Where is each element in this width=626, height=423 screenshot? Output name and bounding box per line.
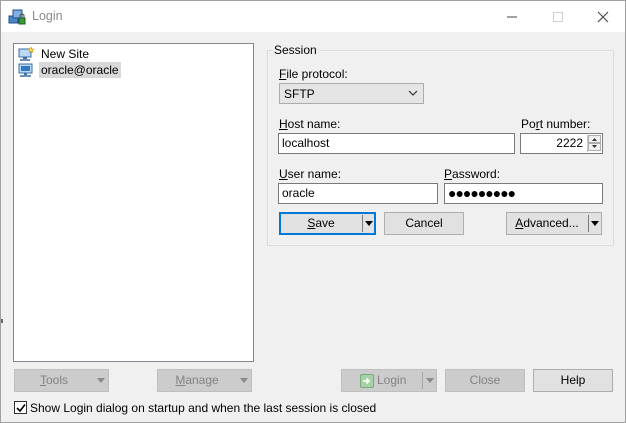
maximize-icon	[553, 12, 563, 22]
show-login-checkbox-label[interactable]: Show Login dialog on startup and when th…	[30, 401, 376, 415]
host-name-input[interactable]: localhost	[278, 133, 515, 154]
user-name-input[interactable]: oracle	[278, 183, 438, 204]
edge-mark	[1, 319, 3, 323]
window-title: Login	[32, 9, 63, 23]
dropdown-arrow-icon	[240, 378, 248, 383]
advanced-label: Advanced...	[515, 216, 579, 230]
maximize-button	[535, 1, 581, 32]
login-button[interactable]: Login	[341, 369, 437, 392]
site-tree[interactable]: New Site oracle@oracle	[13, 43, 254, 362]
login-icon	[360, 374, 374, 388]
port-number-value: 2222	[556, 136, 583, 150]
spin-up-button[interactable]	[588, 135, 601, 143]
checkmark-icon	[16, 404, 26, 413]
title-bar[interactable]: Login	[1, 1, 625, 32]
port-number-input[interactable]: 2222	[520, 133, 603, 154]
file-protocol-value: SFTP	[284, 87, 315, 101]
tools-button[interactable]: Tools	[14, 369, 109, 392]
tree-item-oracle-oracle[interactable]: oracle@oracle	[17, 62, 121, 78]
dropdown-arrow-icon	[426, 378, 434, 383]
dropdown-arrow-icon[interactable]	[591, 221, 599, 226]
minimize-icon	[507, 16, 517, 18]
file-protocol-select[interactable]: SFTP	[279, 83, 424, 104]
user-name-label: User name:	[279, 167, 342, 181]
spin-down-button[interactable]	[588, 143, 601, 151]
password-mask: ●●●●●●●●●	[448, 185, 516, 201]
login-window: Login New Site oracle@oracle Session Fil…	[0, 0, 626, 423]
advanced-button[interactable]: Advanced...	[506, 212, 602, 235]
dropdown-arrow-icon	[97, 378, 105, 383]
tree-item-label: New Site	[41, 47, 90, 61]
new-site-icon	[18, 46, 35, 61]
tree-item-new-site[interactable]: New Site	[17, 46, 91, 62]
help-button[interactable]: Help	[533, 369, 613, 392]
file-protocol-label: File protocol:	[279, 67, 348, 81]
spin-down-icon	[592, 145, 597, 148]
winscp-app-icon	[8, 9, 26, 25]
show-login-checkbox[interactable]	[14, 401, 27, 414]
split-separator	[588, 215, 589, 232]
computer-icon	[18, 63, 33, 77]
save-button[interactable]: Save	[279, 212, 376, 235]
minimize-button[interactable]	[489, 1, 535, 32]
host-name-label: Host name:	[279, 117, 341, 131]
manage-label: Manage	[175, 373, 219, 387]
chevron-down-icon	[408, 90, 418, 96]
close-button[interactable]: Close	[445, 369, 525, 392]
split-separator	[422, 372, 423, 389]
split-separator	[362, 215, 363, 232]
save-label: Save	[307, 216, 335, 230]
close-window-button[interactable]	[580, 1, 626, 32]
manage-button[interactable]: Manage	[157, 369, 252, 392]
password-label: Password:	[444, 167, 501, 181]
close-icon	[597, 11, 609, 23]
login-label: Login	[377, 373, 407, 387]
session-legend: Session	[272, 43, 319, 57]
cancel-button[interactable]: Cancel	[384, 212, 464, 235]
dropdown-arrow-icon[interactable]	[365, 221, 373, 226]
password-input[interactable]: ●●●●●●●●●	[444, 183, 603, 204]
port-number-label: Port number:	[521, 117, 591, 131]
tools-label: Tools	[39, 373, 68, 387]
port-spinner[interactable]	[587, 135, 601, 152]
tree-item-label: oracle@oracle	[39, 62, 121, 78]
spin-up-icon	[592, 138, 597, 141]
